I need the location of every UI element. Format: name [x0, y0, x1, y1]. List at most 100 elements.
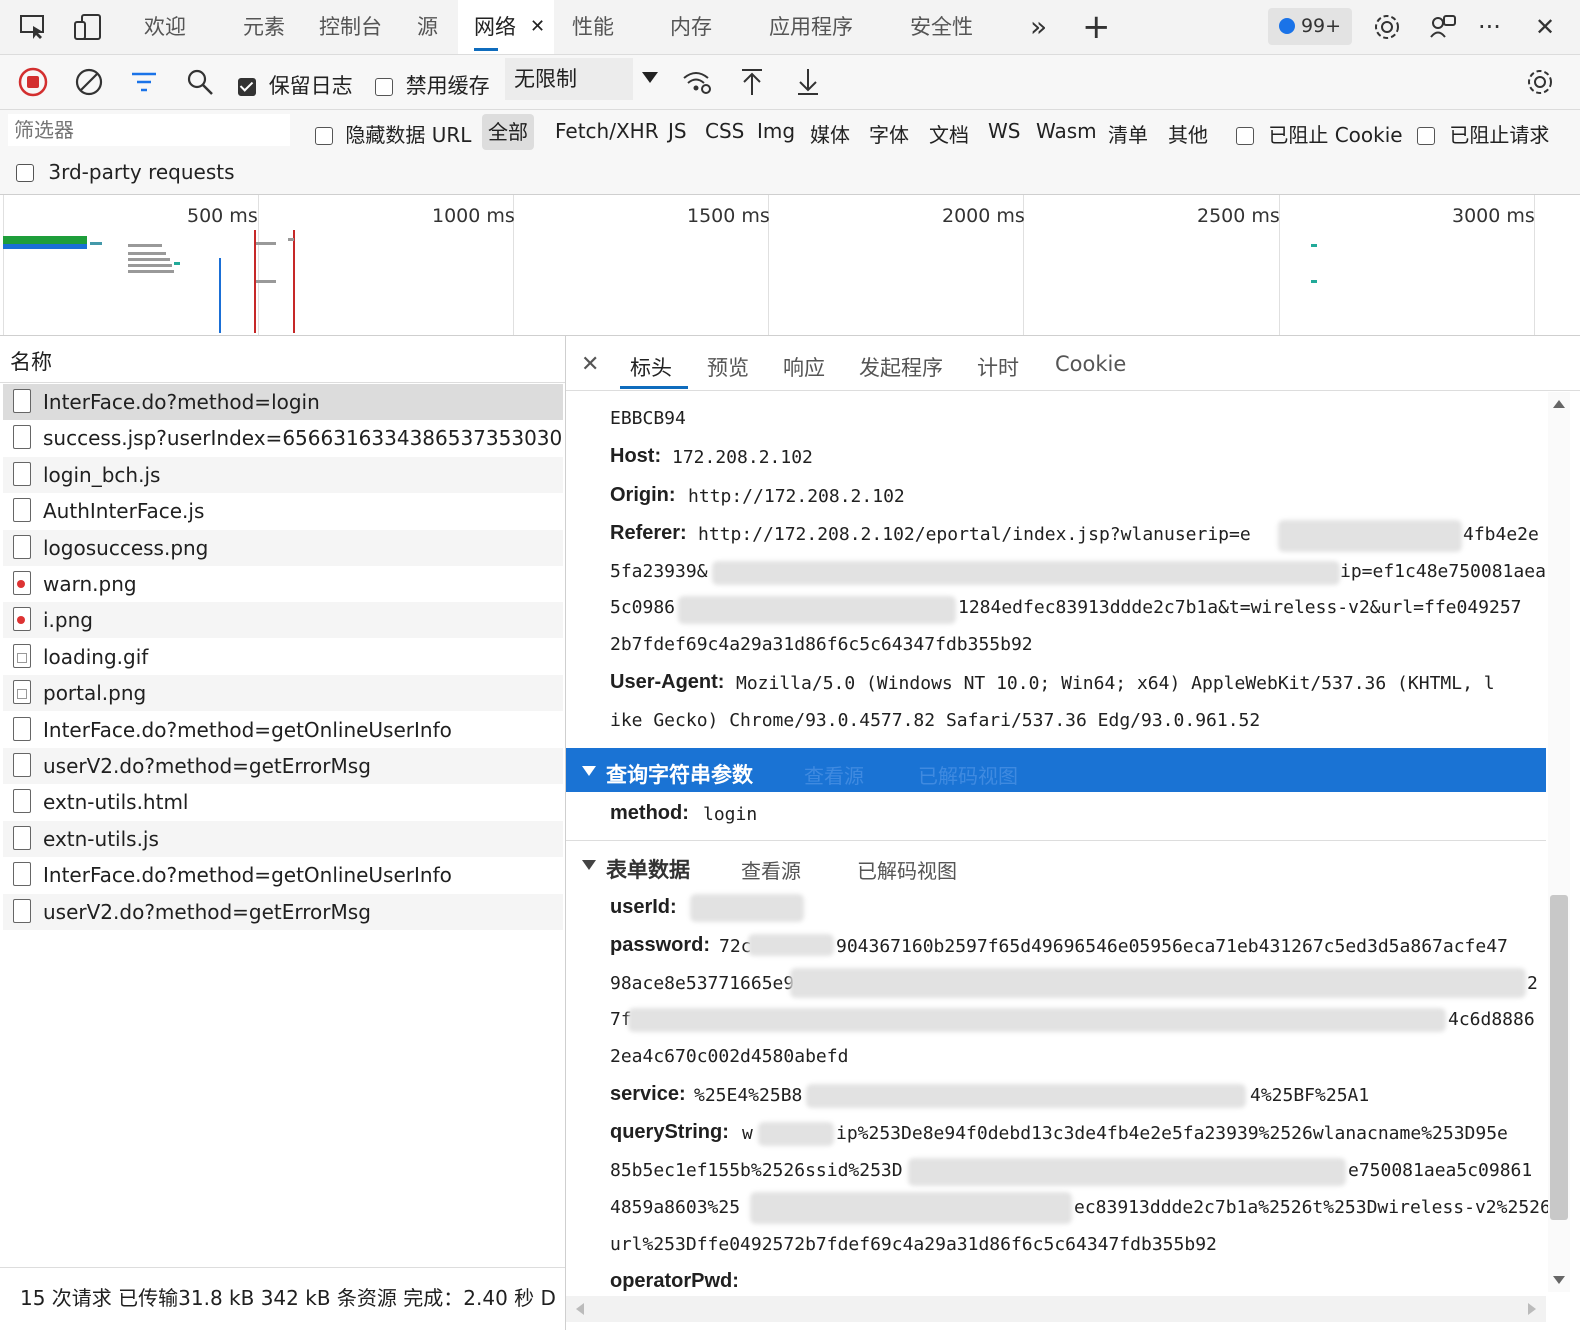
request-row[interactable]: userV2.do?method=getErrorMsg	[3, 748, 563, 784]
filter-type-js[interactable]: JS	[668, 119, 687, 143]
clear-icon[interactable]	[72, 65, 106, 99]
document-file-icon	[13, 425, 31, 450]
blocked-requests-checkbox[interactable]: 已阻止请求	[1417, 119, 1549, 148]
request-row[interactable]: warn.png	[3, 566, 563, 602]
filter-type-fetch-xhr[interactable]: Fetch/XHR	[555, 119, 659, 143]
throttling-select[interactable]: 无限制	[505, 58, 633, 100]
scroll-down-icon[interactable]	[1553, 1276, 1565, 1284]
tab-network[interactable]: 网络 ✕	[458, 0, 554, 54]
add-tab-icon[interactable]: +	[1082, 0, 1111, 54]
tab-cookies[interactable]: Cookie	[1055, 352, 1126, 376]
scroll-up-icon[interactable]	[1553, 400, 1565, 408]
tab-preview[interactable]: 预览	[707, 352, 749, 382]
blocked-cookies-checkbox[interactable]: 已阻止 Cookie	[1236, 119, 1403, 148]
form-data-title[interactable]: 表单数据	[606, 854, 690, 884]
feedback-icon[interactable]	[1428, 12, 1458, 42]
form-querystring-value: url%253Dffe0492572b7fdef69c4a29a31d86f6c…	[610, 1234, 1217, 1255]
filter-input[interactable]	[8, 114, 290, 146]
query-view-source-link[interactable]: 查看源	[804, 760, 864, 789]
filter-type-css[interactable]: CSS	[705, 119, 744, 143]
request-name: InterFace.do?method=getOnlineUserInfo	[43, 717, 452, 742]
request-row[interactable]: logosuccess.png	[3, 529, 563, 566]
more-options-icon[interactable]: ···	[1478, 0, 1501, 54]
filter-type-doc[interactable]: 文档	[929, 119, 969, 148]
tab-security[interactable]: 安全性	[910, 0, 973, 54]
filter-type-wasm[interactable]: Wasm	[1036, 119, 1097, 143]
tab-response[interactable]: 响应	[783, 352, 825, 382]
form-userid-key: userId:	[610, 896, 677, 918]
third-party-checkbox[interactable]: 3rd-party requests	[16, 160, 235, 184]
request-row[interactable]: InterFace.do?method=login	[3, 384, 563, 420]
tab-headers[interactable]: 标头	[630, 352, 672, 382]
name-column-header[interactable]: 名称	[0, 336, 565, 383]
filter-type-font[interactable]: 字体	[869, 119, 909, 148]
request-row[interactable]: i.png	[3, 602, 563, 639]
scroll-right-icon[interactable]	[1528, 1303, 1536, 1315]
detail-horizontal-scrollbar[interactable]	[566, 1296, 1546, 1322]
network-settings-gear-icon[interactable]	[1523, 65, 1557, 99]
search-icon[interactable]	[183, 65, 217, 99]
more-tabs-icon[interactable]: »	[1030, 0, 1047, 54]
request-row[interactable]: userV2.do?method=getErrorMsg	[3, 893, 563, 930]
form-view-source-link[interactable]: 查看源	[741, 855, 801, 884]
form-view-decoded-link[interactable]: 已解码视图	[857, 855, 957, 884]
blocked-cookies-label: 已阻止 Cookie	[1268, 123, 1403, 147]
chevron-down-icon[interactable]	[642, 72, 658, 83]
network-toolbar	[0, 55, 1580, 110]
filter-type-manifest[interactable]: 清单	[1108, 119, 1148, 148]
third-party-check-icon	[16, 164, 34, 182]
tab-initiator[interactable]: 发起程序	[859, 352, 943, 382]
record-stop-icon[interactable]	[16, 65, 50, 99]
hide-data-urls-checkbox[interactable]: 隐藏数据 URL	[315, 119, 471, 148]
header-host-value: 172.208.2.102	[672, 447, 813, 468]
tab-timing[interactable]: 计时	[977, 352, 1019, 382]
close-devtools-icon[interactable]: ✕	[1535, 0, 1555, 54]
timeline-label: 1000 ms	[432, 205, 515, 227]
query-view-decoded-link[interactable]: 已解码视图	[918, 760, 1018, 789]
request-row[interactable]: login_bch.js	[3, 456, 563, 493]
close-detail-icon[interactable]: ✕	[581, 352, 599, 377]
expand-triangle-icon[interactable]	[582, 860, 596, 870]
network-status-bar: 15 次请求 已传输31.8 kB 342 kB 条资源 完成：2.40 秒 D	[0, 1267, 565, 1330]
request-row[interactable]: extn-utils.js	[3, 820, 563, 857]
request-row[interactable]: loading.gif	[3, 639, 563, 675]
request-row[interactable]: extn-utils.html	[3, 784, 563, 820]
request-row[interactable]: success.jsp?userIndex=656631633438653735…	[3, 420, 563, 456]
timeline-bar	[256, 242, 276, 245]
tab-performance[interactable]: 性能	[572, 0, 614, 54]
request-row[interactable]: InterFace.do?method=getOnlineUserInfo	[3, 857, 563, 893]
tab-application[interactable]: 应用程序	[769, 0, 853, 54]
filter-type-all[interactable]: 全部	[482, 114, 534, 150]
inspect-icon[interactable]	[18, 12, 48, 42]
scroll-left-icon[interactable]	[576, 1303, 584, 1315]
filter-icon[interactable]	[127, 65, 161, 99]
request-row[interactable]: AuthInterFace.js	[3, 493, 563, 529]
filter-type-other[interactable]: 其他	[1168, 119, 1208, 148]
close-tab-icon[interactable]: ✕	[530, 0, 545, 54]
tab-welcome[interactable]: 欢迎	[144, 0, 186, 54]
export-har-icon[interactable]	[791, 65, 825, 99]
network-conditions-icon[interactable]	[680, 65, 714, 99]
header-host-key: Host:	[610, 445, 662, 467]
tab-elements[interactable]: 元素	[243, 0, 285, 54]
filter-type-media[interactable]: 媒体	[810, 119, 850, 148]
timeline-bar	[128, 244, 162, 247]
import-har-icon[interactable]	[735, 65, 769, 99]
tab-sources[interactable]: 源	[417, 0, 438, 54]
redacted-text	[748, 934, 834, 956]
filter-type-ws[interactable]: WS	[988, 119, 1020, 143]
device-emulation-icon[interactable]	[73, 12, 103, 42]
redacted-text	[758, 1122, 834, 1146]
request-row[interactable]: InterFace.do?method=getOnlineUserInfo	[3, 712, 563, 748]
settings-gear-icon[interactable]	[1372, 12, 1402, 42]
tab-console[interactable]: 控制台	[319, 0, 382, 54]
message-icon	[1278, 18, 1295, 34]
tab-memory[interactable]: 内存	[670, 0, 712, 54]
scrollbar-thumb[interactable]	[1550, 895, 1568, 1220]
filter-type-img[interactable]: Img	[757, 119, 795, 143]
disable-cache-checkbox[interactable]: 禁用缓存	[375, 70, 490, 100]
request-row[interactable]: portal.png	[3, 675, 563, 712]
expand-triangle-icon[interactable]	[582, 766, 596, 776]
issues-badge[interactable]: 99+	[1268, 8, 1352, 45]
preserve-log-checkbox[interactable]: 保留日志	[238, 70, 353, 100]
